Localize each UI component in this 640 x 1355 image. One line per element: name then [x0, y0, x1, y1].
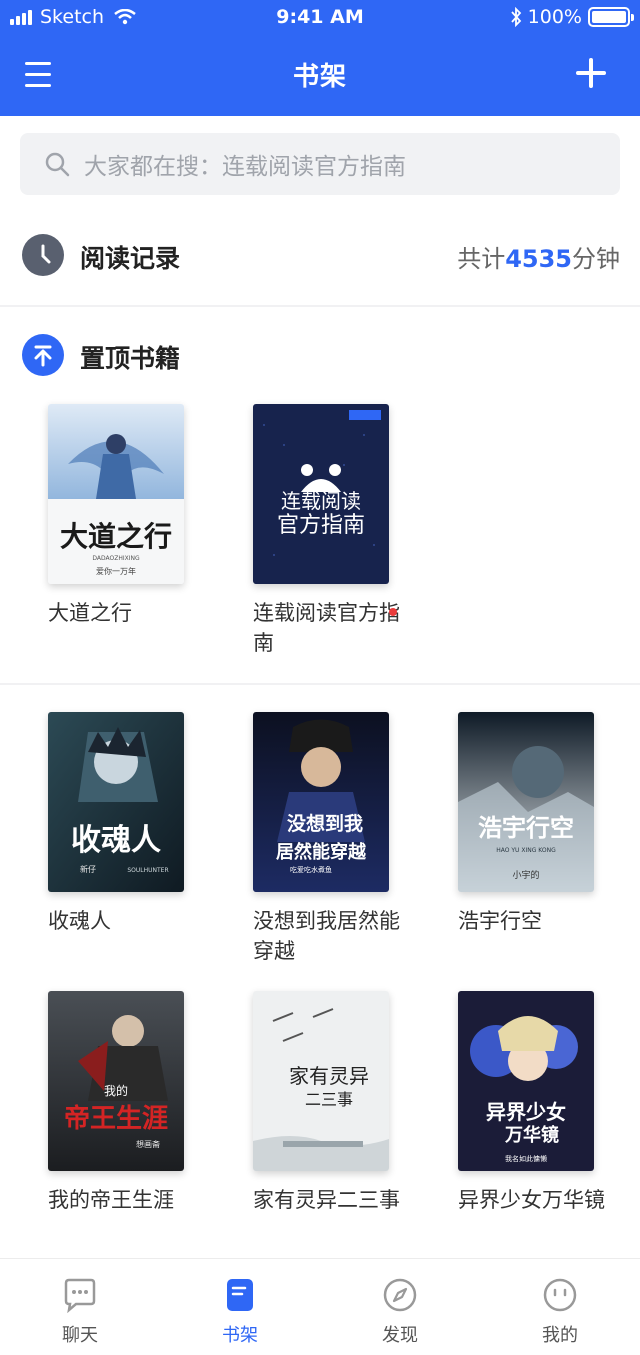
cover-subtitle: HAO YU XING KONG — [496, 847, 556, 854]
book-title: 连载阅读官方指南 — [253, 601, 400, 655]
book-cover: 连载阅读 官方指南 — [253, 404, 389, 584]
book-title: 家有灵异二三事 — [253, 1188, 400, 1212]
tab-chat[interactable]: 聊天 — [30, 1259, 130, 1355]
tab-discover[interactable]: 发现 — [350, 1259, 450, 1355]
tab-label: 发现 — [382, 1325, 418, 1346]
pin-top-icon — [22, 334, 64, 376]
book-item[interactable]: 异界少女 万华镜 我名如此慵懒 异界少女万华镜 — [458, 991, 628, 1215]
clock-icon — [22, 234, 64, 276]
battery-percent: 100% — [527, 6, 582, 28]
divider — [0, 683, 640, 685]
reading-total: 共计4535分钟 — [457, 239, 620, 274]
reading-record-label: 阅读记录 — [80, 244, 181, 273]
cover-title: 异界少女 — [486, 1100, 566, 1124]
tab-label: 我的 — [542, 1325, 578, 1346]
tab-label: 书架 — [222, 1325, 258, 1346]
book-cover: 家有灵异 二三事 — [253, 991, 389, 1171]
chat-icon — [64, 1278, 96, 1313]
book-title: 没想到我居然能穿越 — [253, 909, 400, 963]
reading-total-prefix: 共计 — [457, 245, 506, 273]
reading-record-row[interactable]: 阅读记录 共计4535分钟 — [0, 225, 640, 287]
add-book-button[interactable] — [576, 58, 606, 88]
reading-total-minutes: 4535 — [505, 245, 572, 273]
reading-total-suffix: 分钟 — [572, 245, 620, 273]
book-title: 大道之行 — [48, 601, 132, 625]
cover-title: 连载阅读 — [281, 489, 361, 513]
cover-title-line2: 官方指南 — [277, 513, 365, 538]
cover-title: 家有灵异 — [289, 1064, 369, 1088]
book-title: 收魂人 — [48, 909, 111, 933]
book-title: 异界少女万华镜 — [458, 1188, 605, 1212]
cover-author: 新仔 — [80, 864, 96, 874]
book-item[interactable]: 家有灵异 二三事 家有灵异二三事 — [253, 991, 423, 1215]
cover-author: 想画斋 — [136, 1139, 160, 1149]
book-item[interactable]: 收魂人 新仔 SOULHUNTER 收魂人 — [48, 712, 218, 936]
cover-title-top: 我的 — [104, 1083, 128, 1098]
smiley-icon — [543, 1278, 577, 1312]
cover-author: 我名如此慵懒 — [505, 1154, 547, 1163]
cover-title-line2: 二三事 — [305, 1090, 353, 1109]
battery-icon — [588, 7, 634, 27]
book-cover: 浩宇行空 HAO YU XING KONG 小宇的 — [458, 712, 594, 892]
page-title: 书架 — [292, 62, 347, 92]
bluetooth-icon — [510, 7, 521, 27]
compass-icon — [383, 1278, 417, 1312]
cover-author: 吃爱吃水煮鱼 — [290, 865, 332, 874]
book-title: 浩宇行空 — [458, 909, 542, 933]
update-dot — [389, 608, 397, 616]
cover-subtitle: DADAOZHIXING — [92, 555, 140, 562]
cover-title: 没想到我 — [287, 812, 363, 835]
search-icon — [45, 152, 70, 177]
cover-author: 爱你一万年 — [96, 566, 136, 576]
pinned-books-label: 置顶书籍 — [80, 344, 181, 373]
search-placeholder: 大家都在搜：连载阅读官方指南 — [84, 154, 406, 180]
book-item[interactable]: 大道之行 DADAOZHIXING 爱你一万年 大道之行 — [48, 404, 218, 628]
book-cover: 收魂人 新仔 SOULHUNTER — [48, 712, 184, 892]
bookshelf-icon — [227, 1279, 253, 1311]
book-item[interactable]: 没想到我 居然能穿越 吃爱吃水煮鱼 没想到我居然能穿越 — [253, 712, 423, 966]
book-item[interactable]: 浩宇行空 HAO YU XING KONG 小宇的 浩宇行空 — [458, 712, 628, 936]
tab-bookshelf[interactable]: 书架 — [190, 1259, 290, 1355]
tab-me[interactable]: 我的 — [510, 1259, 610, 1355]
search-input[interactable]: 大家都在搜：连载阅读官方指南 — [20, 133, 620, 195]
cover-title: 浩宇行空 — [478, 814, 574, 842]
cover-subtitle: SOULHUNTER — [127, 867, 168, 874]
app-header: Sketch 9:41 AM 100% 书架 — [0, 0, 640, 116]
tab-bar: 聊天 书架 发现 我的 — [0, 1258, 640, 1355]
cover-title-line2: 万华镜 — [504, 1124, 559, 1146]
cover-title-line2: 居然能穿越 — [276, 841, 367, 863]
cover-title: 帝王生涯 — [64, 1103, 168, 1134]
divider — [0, 305, 640, 307]
pinned-books-header: 置顶书籍 — [0, 330, 640, 380]
tab-label: 聊天 — [62, 1325, 98, 1346]
cover-author: 小宇的 — [512, 869, 539, 881]
book-cover: 异界少女 万华镜 我名如此慵懒 — [458, 991, 594, 1171]
cover-title: 收魂人 — [71, 823, 161, 858]
book-cover: 没想到我 居然能穿越 吃爱吃水煮鱼 — [253, 712, 389, 892]
status-bar: Sketch 9:41 AM 100% — [0, 0, 640, 36]
book-item[interactable]: 连载阅读 官方指南 连载阅读官方指南 — [253, 404, 423, 658]
book-title: 我的帝王生涯 — [48, 1188, 174, 1212]
book-cover: 大道之行 DADAOZHIXING 爱你一万年 — [48, 404, 184, 584]
cover-title: 大道之行 — [60, 520, 172, 553]
book-item[interactable]: 我的 帝王生涯 想画斋 我的帝王生涯 — [48, 991, 218, 1215]
book-cover: 我的 帝王生涯 想画斋 — [48, 991, 184, 1171]
